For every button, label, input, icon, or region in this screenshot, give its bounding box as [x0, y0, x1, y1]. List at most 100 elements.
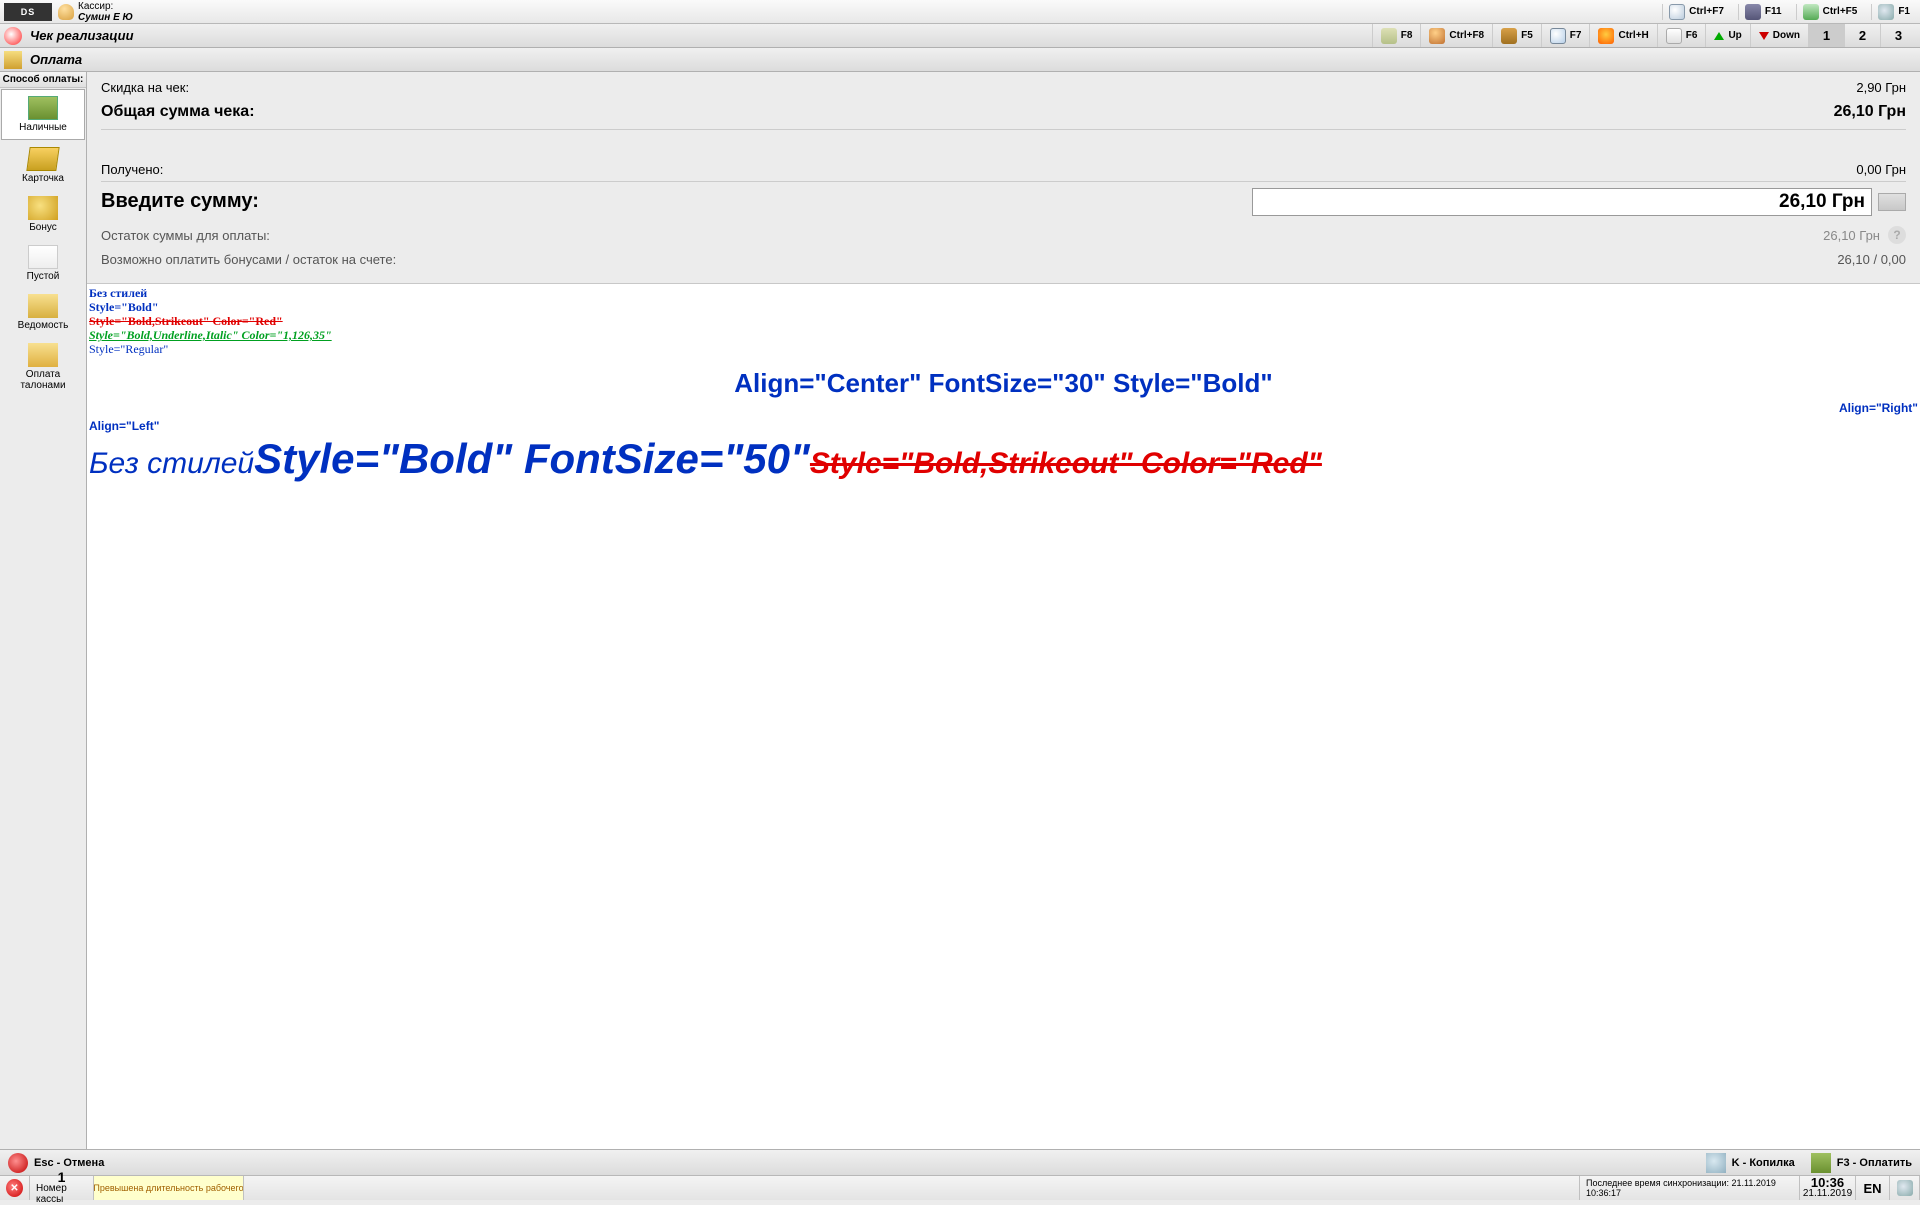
refresh-icon — [1803, 4, 1819, 20]
tool-ctrl-f8[interactable]: Ctrl+F8 — [1420, 24, 1492, 47]
help-icon — [1878, 4, 1894, 20]
check-icon — [4, 27, 22, 45]
globe-icon — [1897, 1180, 1913, 1196]
pay-list[interactable]: Ведомость — [0, 288, 86, 337]
style-left: Align="Left" — [89, 419, 1918, 433]
pay-card[interactable]: Карточка — [0, 141, 86, 190]
pay-cash[interactable]: Наличные — [1, 89, 85, 140]
cashier-info: Кассир: Сумин Е Ю — [78, 1, 133, 23]
row-rest: Остаток суммы для оплаты: 26,10 Грн ? — [101, 222, 1906, 248]
report-icon — [1501, 28, 1517, 44]
pay-bonus[interactable]: Бонус — [0, 190, 86, 239]
row-total: Общая сумма чека: 26,10 Грн — [101, 99, 1906, 130]
total-label: Общая сумма чека: — [101, 103, 255, 121]
cancel-icon — [8, 1153, 28, 1173]
tool-f7[interactable]: F7 — [1541, 24, 1590, 47]
style-line-3: Style="Bold,Strikeout" Color="Red" — [89, 314, 1918, 328]
inline-part-1: Без стилей — [89, 447, 254, 480]
page-1[interactable]: 1 — [1808, 24, 1844, 47]
close-icon: ✕ — [6, 1179, 23, 1197]
btn-esc-cancel[interactable]: Esc - Отмена — [8, 1153, 104, 1173]
page-3[interactable]: 3 — [1880, 24, 1916, 47]
coupon-icon — [28, 343, 58, 367]
style-line-5: Style="Regular" — [89, 342, 1918, 356]
status-kassa: 1 Номер кассы — [30, 1176, 94, 1200]
bonus-icon — [28, 196, 58, 220]
row-enter: Введите сумму: — [101, 182, 1906, 222]
bonus-rest-value: 26,10 / 0,00 — [1837, 252, 1906, 267]
list-icon — [28, 294, 58, 318]
shortcut-f11[interactable]: F11 — [1738, 4, 1788, 20]
date-value: 21.11.2019 — [1803, 1188, 1852, 1199]
tool-f6[interactable]: F6 — [1657, 24, 1706, 47]
content: Скидка на чек: 2,90 Грн Общая сумма чека… — [87, 72, 1920, 1149]
discount-label: Скидка на чек: — [101, 80, 189, 95]
total-value: 26,10 Грн — [1834, 103, 1906, 121]
question-icon[interactable]: ? — [1888, 226, 1906, 244]
pay-empty[interactable]: Пустой — [0, 239, 86, 288]
pay-icon — [1811, 1153, 1831, 1173]
status-close[interactable]: ✕ — [0, 1176, 30, 1200]
kassa-number: 1 — [58, 1172, 66, 1183]
row-bonus-rest: Возможно оплатить бонусами / остаток на … — [101, 248, 1906, 271]
check-title: Чек реализации — [30, 28, 134, 43]
status-net[interactable] — [1890, 1176, 1920, 1200]
search-icon — [1669, 4, 1685, 20]
payment-header: Оплата — [0, 48, 1920, 72]
row-discount: Скидка на чек: 2,90 Грн — [101, 76, 1906, 99]
empty-icon — [28, 245, 58, 269]
inline-part-3: Style="Bold,Strikeout" Color="Red" — [810, 447, 1322, 480]
cashier-icon — [58, 4, 74, 20]
main-area: Способ оплаты: Наличные Карточка Бонус П… — [0, 72, 1920, 1149]
cash-icon — [28, 96, 58, 120]
check-toolbar: Чек реализации F8 Ctrl+F8 F5 F7 Ctrl+H F… — [0, 24, 1920, 48]
find-icon — [1550, 28, 1566, 44]
footer-actions: Esc - Отмена K - Копилка F3 - Оплатить — [0, 1149, 1920, 1175]
sheet-icon — [1666, 28, 1682, 44]
card-icon — [26, 147, 59, 171]
check-tools: F8 Ctrl+F8 F5 F7 Ctrl+H F6 Up Down 1 2 3 — [1372, 24, 1916, 47]
topbar: DS Кассир: Сумин Е Ю Ctrl+F7 F11 Ctrl+F5… — [0, 0, 1920, 24]
cashier-label: Кассир: — [78, 1, 133, 12]
received-label: Получено: — [101, 162, 163, 177]
shortcut-ctrl-f7[interactable]: Ctrl+F7 — [1662, 4, 1730, 20]
bonus-rest-label: Возможно оплатить бонусами / остаток на … — [101, 252, 396, 267]
page-2[interactable]: 2 — [1844, 24, 1880, 47]
shortcut-ctrl-f5[interactable]: Ctrl+F5 — [1796, 4, 1864, 20]
received-value: 0,00 Грн — [1856, 162, 1906, 177]
payment-title: Оплата — [30, 52, 82, 67]
discount-value: 2,90 Грн — [1856, 80, 1906, 95]
calculator-icon — [1745, 4, 1761, 20]
btn-kopilka[interactable]: K - Копилка — [1706, 1153, 1795, 1173]
sidebar-head: Способ оплаты: — [0, 72, 86, 88]
topbar-shortcuts: Ctrl+F7 F11 Ctrl+F5 F1 — [1662, 4, 1916, 20]
rest-label: Остаток суммы для оплаты: — [101, 228, 270, 243]
inline-part-2: Style="Bold" FontSize="50" — [254, 435, 810, 482]
row-received: Получено: 0,00 Грн — [101, 158, 1906, 182]
pay-coupon[interactable]: Оплата талонами — [0, 337, 86, 397]
tool-f8[interactable]: F8 — [1372, 24, 1421, 47]
piggy-icon — [1706, 1153, 1726, 1173]
arrow-down-icon — [1759, 32, 1769, 40]
shortcut-f1[interactable]: F1 — [1871, 4, 1916, 20]
tool-f5[interactable]: F5 — [1492, 24, 1541, 47]
money-icon[interactable] — [1878, 193, 1906, 211]
amount-input[interactable] — [1252, 188, 1872, 216]
hot-icon — [1598, 28, 1614, 44]
tool-down[interactable]: Down — [1750, 24, 1808, 47]
style-line-1: Без стилей — [89, 286, 1918, 300]
enter-label: Введите сумму: — [101, 190, 259, 213]
kassa-label: Номер кассы — [36, 1183, 87, 1205]
goods-icon — [1381, 28, 1397, 44]
tool-up[interactable]: Up — [1705, 24, 1749, 47]
payment-icon — [4, 51, 22, 69]
payment-sidebar: Способ оплаты: Наличные Карточка Бонус П… — [0, 72, 87, 1149]
style-right: Align="Right" — [89, 401, 1918, 415]
arrow-up-icon — [1714, 32, 1724, 40]
status-time: 10:36 21.11.2019 — [1800, 1176, 1856, 1200]
btn-pay[interactable]: F3 - Оплатить — [1811, 1153, 1912, 1173]
rest-value: 26,10 Грн — [1823, 228, 1880, 243]
style-inline: Без стилейStyle="Bold" FontSize="50"Styl… — [89, 435, 1918, 483]
tool-ctrl-h[interactable]: Ctrl+H — [1589, 24, 1656, 47]
status-lang[interactable]: EN — [1856, 1176, 1890, 1200]
